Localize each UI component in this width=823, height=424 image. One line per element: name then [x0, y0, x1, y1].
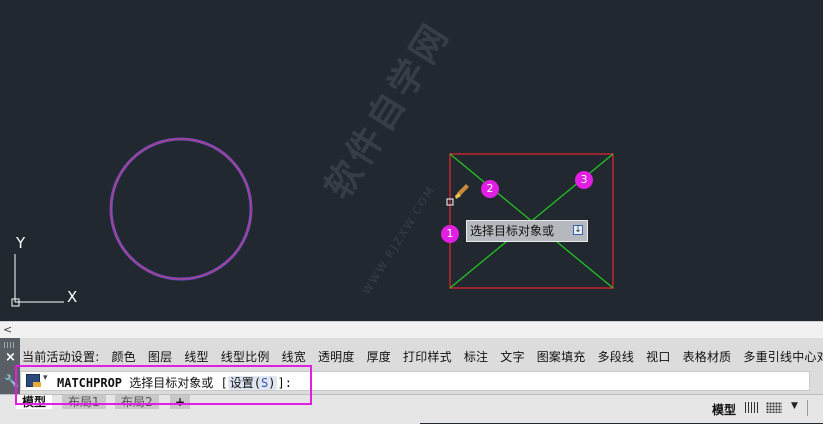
horizontal-scrollbar[interactable]: <: [0, 321, 823, 338]
grid-toggle-icon[interactable]: [745, 402, 759, 413]
settings-option-key-close: ): [268, 376, 276, 390]
command-panel-sidebar: × 🔧: [0, 338, 20, 394]
tooltip-text: 选择目标对象或: [470, 224, 555, 238]
command-icon[interactable]: [26, 374, 41, 387]
option-open: [: [220, 376, 228, 390]
command-prompt-text: 选择目标对象或: [129, 376, 214, 390]
dynamic-input-tooltip: 选择目标对象或 ↓: [466, 220, 588, 242]
command-line-input[interactable]: ▾ MATCHPROP 选择目标对象或 [设置(S)]:: [20, 371, 810, 391]
history-item: 多重引线中心对象: [743, 350, 823, 364]
history-item: 线宽: [281, 350, 306, 364]
history-item: 厚度: [366, 350, 392, 364]
status-divider: [807, 400, 808, 416]
tab-layout1[interactable]: 布局1: [62, 395, 106, 410]
status-model-button[interactable]: 模型: [712, 401, 736, 418]
history-item: 打印样式: [403, 350, 452, 364]
history-item: 图层: [147, 350, 173, 364]
settings-option-key-open: (: [253, 376, 261, 390]
layout-tab-bar: 模型 布局1 布局2 + 模型 ▼: [0, 394, 823, 424]
history-item: 线型比例: [220, 350, 270, 364]
history-item: 线型: [184, 350, 209, 364]
history-label: 当前活动设置:: [22, 350, 100, 364]
history-item: 文字: [500, 350, 525, 364]
history-item: 图案填充: [536, 350, 586, 364]
status-bar-left: [0, 409, 420, 424]
history-item: 标注: [463, 350, 489, 364]
scroll-left-arrow-icon[interactable]: <: [3, 323, 12, 336]
ucs-y-label: Y: [15, 234, 26, 252]
drawing-canvas[interactable]: Y X 软件自学网 WWW.RJZXW.COM 1 2 3 选择目标对象或 ↓: [0, 0, 823, 321]
step-badge-3: 3: [575, 171, 593, 189]
command-name: MATCHPROP: [57, 376, 123, 390]
command-panel: × 🔧 当前活动设置: 颜色 图层 线型 线型比例 线宽 透明度 厚度 打印样式…: [0, 338, 823, 394]
settings-option[interactable]: 设置(S): [227, 376, 278, 390]
history-item: 透明度: [317, 350, 355, 364]
tab-model[interactable]: 模型: [16, 395, 53, 410]
tooltip-options-icon[interactable]: ↓: [573, 225, 583, 235]
close-command-icon[interactable]: ×: [5, 350, 16, 365]
history-item: 表格材质: [682, 350, 732, 364]
tab-layout2[interactable]: 布局2: [115, 395, 159, 410]
ucs-x-label: X: [67, 288, 77, 306]
step-badge-2: 2: [481, 180, 499, 198]
drag-grip-icon[interactable]: [4, 342, 16, 348]
settings-option-label: 设置: [229, 376, 254, 390]
snap-dropdown-icon[interactable]: ▼: [791, 401, 798, 411]
command-history-line: 当前活动设置: 颜色 图层 线型 线型比例 线宽 透明度 厚度 打印样式 标注 …: [22, 348, 823, 370]
snap-toggle-icon[interactable]: [766, 402, 782, 413]
add-layout-tab-button[interactable]: +: [170, 395, 191, 410]
command-dropdown-icon[interactable]: ▾: [43, 373, 48, 383]
circle-object[interactable]: [109, 137, 253, 281]
command-prompt: MATCHPROP 选择目标对象或 [设置(S)]:: [57, 374, 292, 391]
history-item: 多段线: [597, 350, 635, 364]
step-badge-1: 1: [441, 225, 459, 243]
history-item: 视口: [646, 350, 671, 364]
customize-wrench-icon[interactable]: 🔧: [4, 374, 19, 388]
option-close: ]:: [277, 376, 292, 390]
history-item: 颜色: [111, 350, 136, 364]
